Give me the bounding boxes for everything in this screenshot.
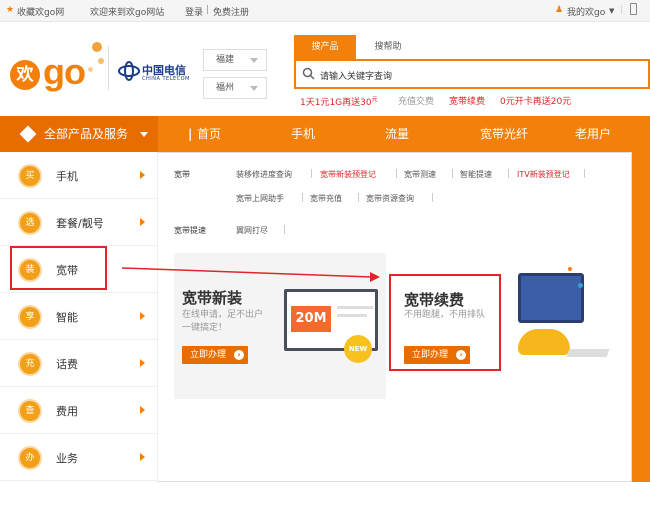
annotation-highlight-renew <box>389 274 501 371</box>
annotation-arrow-icon <box>121 267 380 282</box>
